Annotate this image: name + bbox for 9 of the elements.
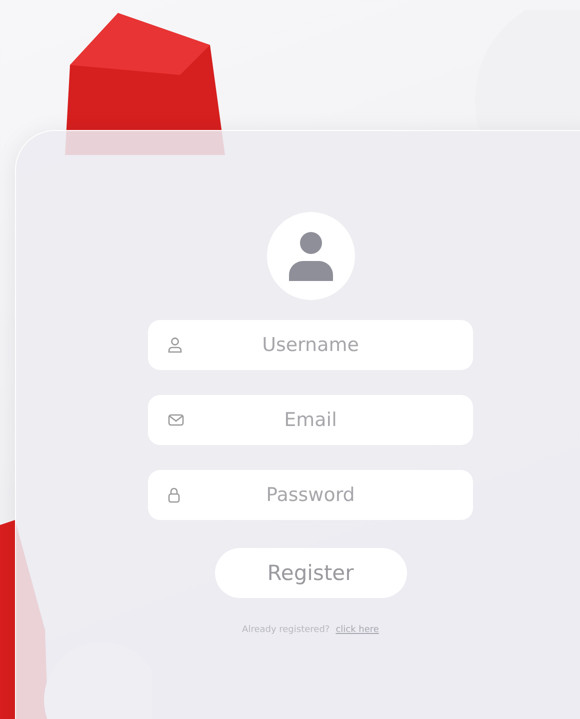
user-icon xyxy=(168,337,182,353)
input-field[interactable]: Username xyxy=(148,320,473,370)
lock-icon xyxy=(168,487,180,503)
register-button[interactable]: Register xyxy=(214,548,406,598)
input-field[interactable]: Email xyxy=(148,395,473,445)
mail-icon xyxy=(168,414,184,426)
login-link[interactable]: click here xyxy=(336,625,379,635)
user-icon xyxy=(286,231,334,281)
input-field[interactable]: Password xyxy=(148,470,473,520)
